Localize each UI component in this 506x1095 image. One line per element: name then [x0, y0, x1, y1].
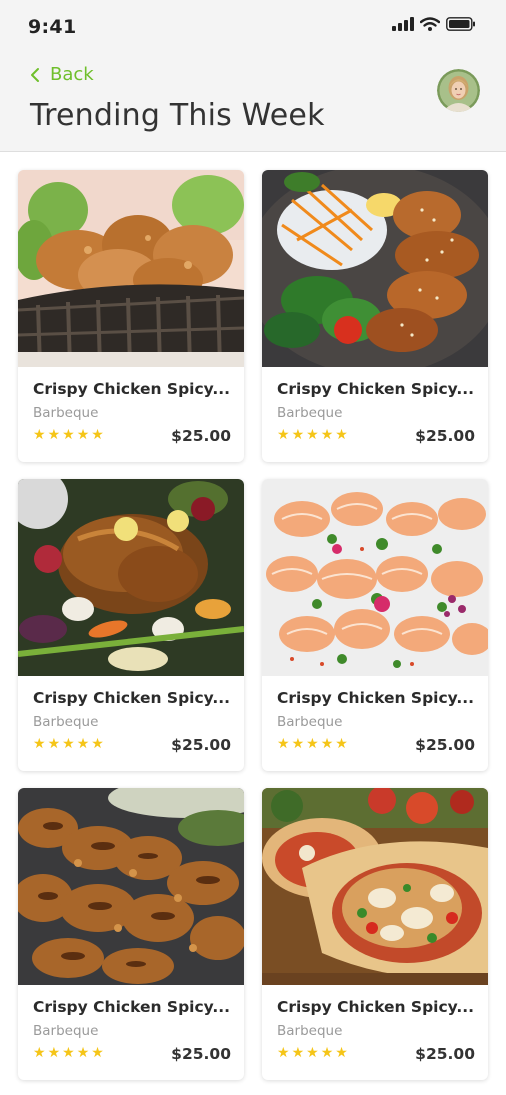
star-icon: ★: [47, 736, 61, 752]
status-icons: [392, 17, 476, 31]
rating-stars: ★ ★ ★ ★ ★: [33, 1045, 104, 1061]
product-card[interactable]: Crispy Chicken Spicy... Barbeque ★ ★ ★ ★ ★ $…: [18, 788, 244, 1080]
grilled-chicken-wings-image: [18, 788, 244, 985]
product-card[interactable]: Crispy Chicken Spicy... Barbeque ★ ★ ★ ★ ★ $…: [18, 479, 244, 771]
star-icon: ★: [62, 1045, 75, 1061]
product-price: $25.00: [171, 736, 231, 754]
star-icon: ★: [91, 427, 104, 443]
product-category: Barbeque: [33, 714, 99, 730]
star-icon: ★: [277, 736, 290, 752]
avatar[interactable]: [437, 69, 480, 112]
product-category: Barbeque: [277, 405, 343, 421]
rating-stars: ★ ★ ★ ★ ★: [277, 736, 348, 752]
product-category: Barbeque: [277, 714, 343, 730]
roast-chicken-vegetables-image: [18, 479, 244, 676]
back-label: Back: [50, 64, 94, 85]
fried-chicken-basket-image: [18, 170, 244, 367]
star-icon: ★: [33, 736, 46, 752]
chicken-wrap-image: [262, 788, 488, 985]
header: 9:41 Back Trending This Week: [0, 0, 506, 152]
star-icon: ★: [277, 427, 290, 443]
star-icon: ★: [91, 736, 104, 752]
star-icon: ★: [76, 427, 90, 443]
star-icon: ★: [320, 1045, 334, 1061]
star-icon: ★: [91, 1045, 104, 1061]
product-price: $25.00: [171, 427, 231, 445]
star-icon: ★: [291, 427, 305, 443]
product-card[interactable]: Crispy Chicken Spicy... Barbeque ★ ★ ★ ★ ★ $…: [262, 479, 488, 771]
product-name: Crispy Chicken Spicy...: [33, 998, 231, 1016]
star-icon: ★: [62, 736, 75, 752]
product-name: Crispy Chicken Spicy...: [33, 380, 231, 398]
star-icon: ★: [335, 736, 348, 752]
battery-icon: [446, 17, 475, 31]
shrimp-platter-image: [262, 479, 488, 676]
star-icon: ★: [47, 1045, 61, 1061]
status-time: 9:41: [28, 16, 77, 38]
star-icon: ★: [277, 1045, 290, 1061]
rating-stars: ★ ★ ★ ★ ★: [277, 1045, 348, 1061]
star-icon: ★: [62, 427, 75, 443]
signal-icon: [392, 17, 414, 31]
star-icon: ★: [33, 1045, 46, 1061]
star-icon: ★: [76, 736, 90, 752]
product-name: Crispy Chicken Spicy...: [277, 998, 475, 1016]
rating-stars: ★ ★ ★ ★ ★: [33, 736, 104, 752]
star-icon: ★: [306, 1045, 319, 1061]
product-name: Crispy Chicken Spicy...: [277, 689, 475, 707]
star-icon: ★: [76, 1045, 90, 1061]
wifi-icon: [420, 17, 440, 31]
product-price: $25.00: [415, 1045, 475, 1063]
star-icon: ★: [291, 736, 305, 752]
product-category: Barbeque: [277, 1023, 343, 1039]
product-name: Crispy Chicken Spicy...: [277, 380, 475, 398]
product-card[interactable]: Crispy Chicken Spicy... Barbeque ★ ★ ★ ★ ★ $…: [262, 170, 488, 462]
rating-stars: ★ ★ ★ ★ ★: [33, 427, 104, 443]
star-icon: ★: [335, 1045, 348, 1061]
star-icon: ★: [47, 427, 61, 443]
star-icon: ★: [335, 427, 348, 443]
product-card[interactable]: Crispy Chicken Spicy... Barbeque ★ ★ ★ ★ ★ $…: [18, 170, 244, 462]
rating-stars: ★ ★ ★ ★ ★: [277, 427, 348, 443]
star-icon: ★: [320, 427, 334, 443]
product-category: Barbeque: [33, 405, 99, 421]
product-price: $25.00: [415, 736, 475, 754]
sesame-chicken-salad-image: [262, 170, 488, 367]
product-card[interactable]: Crispy Chicken Spicy... Barbeque ★ ★ ★ ★ ★ $…: [262, 788, 488, 1080]
star-icon: ★: [306, 736, 319, 752]
star-icon: ★: [291, 1045, 305, 1061]
product-category: Barbeque: [33, 1023, 99, 1039]
product-name: Crispy Chicken Spicy...: [33, 689, 231, 707]
star-icon: ★: [320, 736, 334, 752]
star-icon: ★: [306, 427, 319, 443]
star-icon: ★: [33, 427, 46, 443]
product-price: $25.00: [171, 1045, 231, 1063]
chevron-left-icon: [31, 67, 39, 82]
product-price: $25.00: [415, 427, 475, 445]
back-button[interactable]: Back: [30, 64, 94, 85]
page-title: Trending This Week: [30, 98, 325, 133]
